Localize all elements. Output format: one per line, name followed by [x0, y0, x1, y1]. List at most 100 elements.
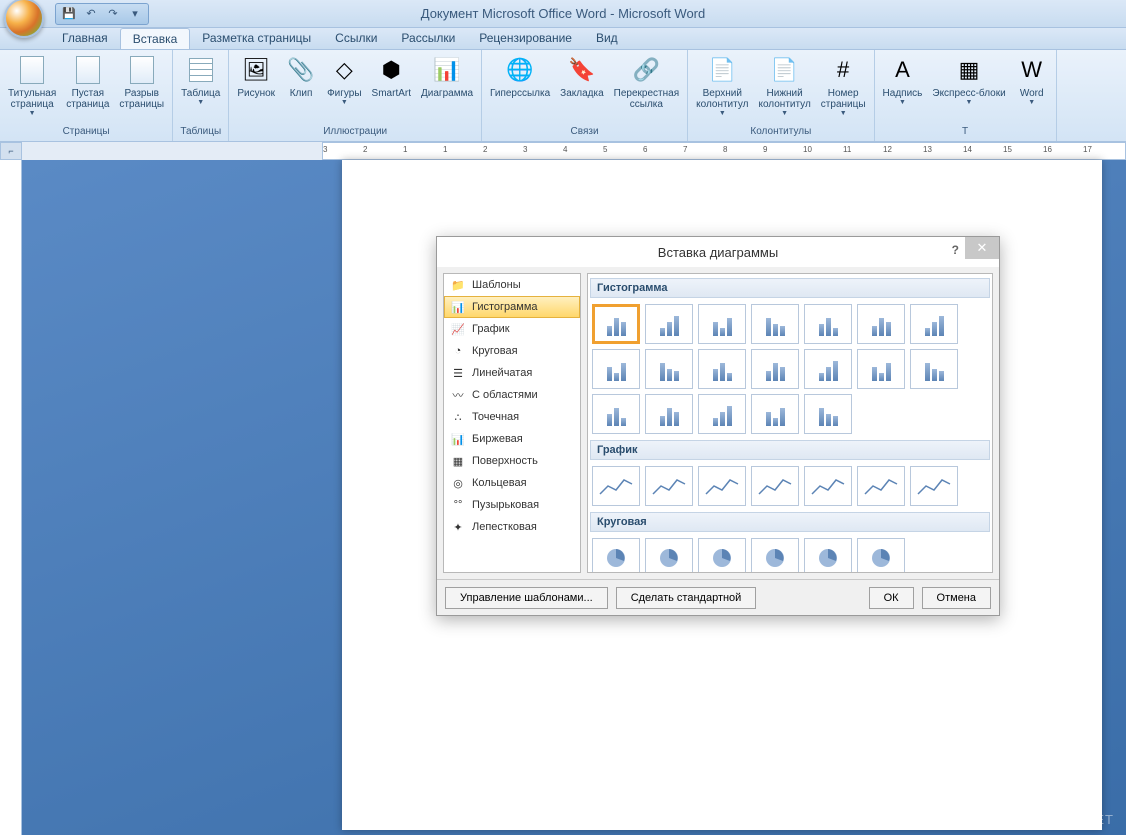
qat-dropdown-icon[interactable]: ▾	[128, 7, 142, 21]
cancel-button[interactable]: Отмена	[922, 587, 991, 609]
ribbon-btn-Таблица[interactable]: Таблица▼	[177, 52, 224, 108]
tab-главная[interactable]: Главная	[50, 28, 120, 49]
ribbon-btn-Разрыв-страницы[interactable]: Разрывстраницы	[115, 52, 168, 112]
chart-type-item[interactable]	[751, 394, 799, 434]
ribbon-btn-Верхний-колонтитул[interactable]: 📄Верхнийколонтитул▼	[692, 52, 752, 119]
chart-type-item[interactable]	[698, 349, 746, 389]
ribbon-btn-Надпись[interactable]: AНадпись▼	[879, 52, 927, 108]
chart-type-item[interactable]	[751, 304, 799, 344]
tab-рецензирование[interactable]: Рецензирование	[467, 28, 584, 49]
horizontal-ruler[interactable]: 3211234567891011121314151617	[322, 142, 1126, 160]
chart-type-item[interactable]	[592, 466, 640, 506]
ribbon-btn-Фигуры[interactable]: ◇Фигуры▼	[323, 52, 365, 108]
chart-category-Лепестковая[interactable]: ✦Лепестковая	[444, 516, 580, 538]
chart-type-item[interactable]	[698, 466, 746, 506]
ribbon-btn-label: Пустаястраница	[66, 88, 109, 110]
ruler-corner[interactable]: ⌐	[0, 142, 22, 160]
tab-рассылки[interactable]: Рассылки	[389, 28, 467, 49]
chart-type-item[interactable]	[804, 304, 852, 344]
ruler-tick: 15	[1003, 145, 1012, 154]
chart-type-item[interactable]	[751, 349, 799, 389]
ruler-tick: 1	[403, 145, 407, 154]
vertical-ruler[interactable]	[0, 160, 22, 835]
chart-type-item[interactable]	[804, 394, 852, 434]
ribbon-btn-Номер-страницы[interactable]: #Номерстраницы▼	[817, 52, 870, 119]
chart-type-item[interactable]	[857, 349, 905, 389]
chart-type-item[interactable]	[910, 466, 958, 506]
ribbon-icon: 📊	[431, 54, 463, 86]
chart-category-Биржевая[interactable]: 📊Биржевая	[444, 428, 580, 450]
ribbon-btn-Рисунок[interactable]: 🖼Рисунок	[233, 52, 279, 101]
chart-type-item[interactable]	[910, 304, 958, 344]
chart-type-item[interactable]	[645, 349, 693, 389]
chart-type-item[interactable]	[804, 538, 852, 573]
redo-icon[interactable]: ↷	[106, 7, 120, 21]
ok-button[interactable]: ОК	[869, 587, 914, 609]
ribbon-btn-Гиперссылка[interactable]: 🌐Гиперссылка	[486, 52, 554, 101]
chart-category-Линейчатая[interactable]: ☰Линейчатая	[444, 362, 580, 384]
ribbon-btn-Титульная-страница[interactable]: Титульнаястраница▼	[4, 52, 60, 119]
category-icon: ◎	[450, 476, 466, 490]
category-icon: 📊	[450, 300, 466, 314]
chart-category-Точечная[interactable]: ∴Точечная	[444, 406, 580, 428]
chart-type-item[interactable]	[751, 466, 799, 506]
manage-templates-button[interactable]: Управление шаблонами...	[445, 587, 608, 609]
chart-category-С областями[interactable]: 〰С областями	[444, 384, 580, 406]
ribbon-btn-Закладка[interactable]: 🔖Закладка	[556, 52, 607, 101]
save-icon[interactable]: 💾	[62, 7, 76, 21]
ribbon-btn-Word[interactable]: WWord▼	[1012, 52, 1052, 108]
ribbon-btn-label: Титульнаястраница	[8, 88, 56, 110]
ribbon-btn-SmartArt[interactable]: ⬢SmartArt	[368, 52, 415, 101]
tab-разметка страницы[interactable]: Разметка страницы	[190, 28, 323, 49]
chart-category-Гистограмма[interactable]: 📊Гистограмма	[444, 296, 580, 318]
quick-access-toolbar: 💾 ↶ ↷ ▾	[55, 3, 149, 25]
ribbon-btn-Пустая-страница[interactable]: Пустаястраница	[62, 52, 113, 112]
chart-type-item[interactable]	[592, 349, 640, 389]
close-button[interactable]: ✕	[965, 237, 999, 259]
dialog-titlebar[interactable]: Вставка диаграммы ? ✕	[437, 237, 999, 267]
chart-category-Кольцевая[interactable]: ◎Кольцевая	[444, 472, 580, 494]
chart-type-item[interactable]	[857, 304, 905, 344]
undo-icon[interactable]: ↶	[84, 7, 98, 21]
chart-type-item[interactable]	[592, 304, 640, 344]
ribbon-btn-label: Гиперссылка	[490, 88, 550, 99]
chart-category-Круговая[interactable]: ◔Круговая	[444, 340, 580, 362]
category-icon: ◔	[450, 344, 466, 358]
chart-type-item[interactable]	[645, 466, 693, 506]
chart-type-item[interactable]	[698, 538, 746, 573]
chart-type-item[interactable]	[698, 304, 746, 344]
chart-type-item[interactable]	[592, 538, 640, 573]
tab-вид[interactable]: Вид	[584, 28, 630, 49]
gallery-section-header: График	[590, 440, 990, 460]
tab-вставка[interactable]: Вставка	[120, 28, 191, 49]
chart-category-Пузырьковая[interactable]: °°Пузырьковая	[444, 494, 580, 516]
ribbon-icon	[16, 54, 48, 86]
ruler-tick: 13	[923, 145, 932, 154]
chart-type-item[interactable]	[645, 538, 693, 573]
chart-type-item[interactable]	[592, 394, 640, 434]
ribbon-btn-Экспресс-блоки[interactable]: ▦Экспресс-блоки▼	[928, 52, 1009, 108]
help-button[interactable]: ?	[952, 243, 959, 257]
chart-category-Шаблоны[interactable]: 📁Шаблоны	[444, 274, 580, 296]
chart-type-item[interactable]	[804, 466, 852, 506]
chart-type-item[interactable]	[645, 304, 693, 344]
chart-type-item[interactable]	[857, 466, 905, 506]
ruler-tick: 16	[1043, 145, 1052, 154]
chart-type-item[interactable]	[751, 538, 799, 573]
tab-ссылки[interactable]: Ссылки	[323, 28, 389, 49]
ribbon-icon: 🔗	[630, 54, 662, 86]
ribbon-btn-Нижний-колонтитул[interactable]: 📄Нижнийколонтитул▼	[754, 52, 814, 119]
ruler-tick: 2	[363, 145, 367, 154]
chart-type-item[interactable]	[698, 394, 746, 434]
chart-type-item[interactable]	[857, 538, 905, 573]
set-default-button[interactable]: Сделать стандартной	[616, 587, 757, 609]
chart-category-Поверхность[interactable]: ▦Поверхность	[444, 450, 580, 472]
ribbon-group-Страницы: Титульнаястраница▼ Пустаястраница Разрывст…	[0, 50, 173, 141]
chart-type-item[interactable]	[645, 394, 693, 434]
ribbon-btn-Клип[interactable]: 📎Клип	[281, 52, 321, 101]
chart-category-График[interactable]: 📈График	[444, 318, 580, 340]
chart-type-item[interactable]	[804, 349, 852, 389]
ribbon-btn-Диаграмма[interactable]: 📊Диаграмма	[417, 52, 477, 101]
ribbon-btn-Перекрестная-ссылка[interactable]: 🔗Перекрестнаяссылка	[610, 52, 683, 112]
chart-type-item[interactable]	[910, 349, 958, 389]
